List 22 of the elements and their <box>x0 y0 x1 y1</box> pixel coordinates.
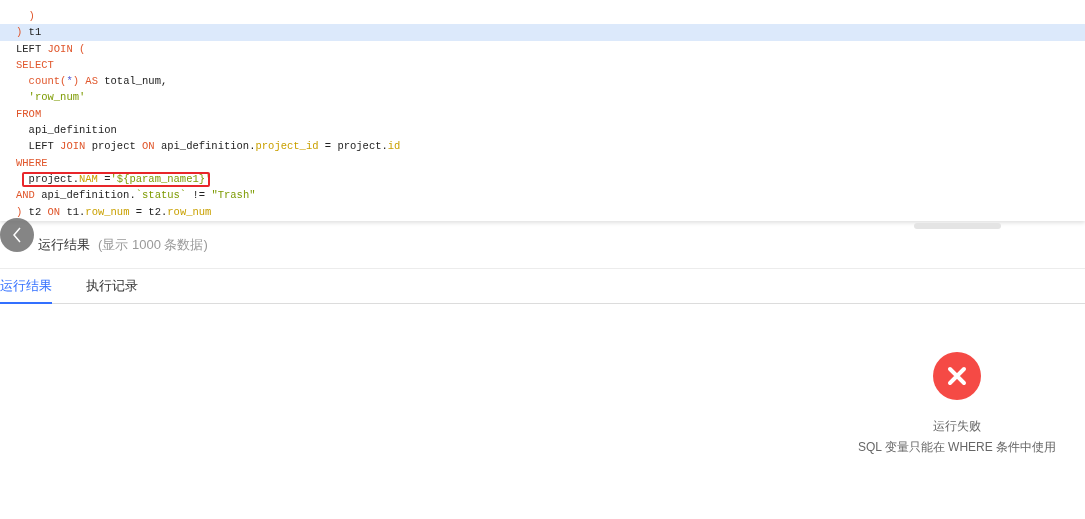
code-line: api_definition <box>27 123 118 139</box>
error-icon <box>933 352 981 400</box>
code-line: LEFT JOIN ( <box>15 41 87 57</box>
code-line: 'row_num' <box>27 90 87 106</box>
code-line: AND api_definition.`status` != "Trash" <box>15 188 257 204</box>
code-line: count(*) AS total_num, <box>27 74 169 90</box>
scrollbar-thumb[interactable] <box>914 223 1001 229</box>
chevron-left-icon <box>12 227 22 243</box>
section-title: 运行结果 <box>38 235 90 254</box>
code-line: FROM <box>15 106 43 122</box>
code-line: SELECT <box>15 57 55 73</box>
code-line: ) t2 ON t1.row_num = t2.row_num <box>15 204 213 220</box>
code-line: WHERE <box>15 155 49 171</box>
code-line: project.NAM ='${param_name1}' <box>27 171 213 187</box>
code-line: ) <box>27 9 36 24</box>
error-message: SQL 变量只能在 WHERE 条件中使用 <box>857 439 1057 456</box>
code-line: LEFT JOIN project ON api_definition.project_id = project.id <box>27 139 402 155</box>
row-count-note: (显示 1000 条数据) <box>98 235 208 254</box>
back-button[interactable] <box>0 218 34 252</box>
tab[interactable]: 执行记录 <box>86 269 138 304</box>
error-title: 运行失败 <box>933 418 981 435</box>
tab[interactable]: 运行结果 <box>0 269 52 304</box>
